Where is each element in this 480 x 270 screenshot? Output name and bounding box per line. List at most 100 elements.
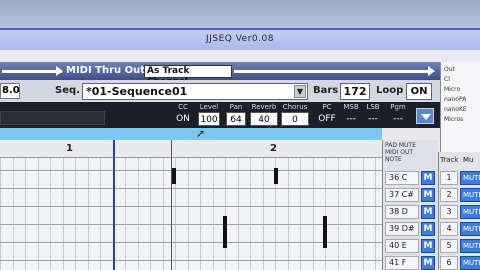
control-label: MSB (343, 103, 359, 111)
pad-mute-button[interactable]: M (421, 171, 435, 185)
control-value[interactable]: 100 (198, 112, 220, 126)
track-number[interactable]: 1 (440, 171, 458, 185)
tempo-field[interactable]: 8.0 (0, 83, 20, 99)
bars-field[interactable]: 172 (340, 83, 370, 100)
track-number[interactable]: 6 (440, 256, 458, 270)
chevron-down-icon[interactable]: ▼ (294, 85, 306, 98)
grid-step-line (75, 158, 76, 270)
control-value[interactable]: --- (364, 112, 382, 126)
grid-step-line (50, 158, 51, 270)
track-number[interactable]: 2 (440, 188, 458, 202)
track-name-field[interactable] (0, 111, 105, 125)
note-event[interactable] (274, 168, 278, 184)
grid-step-line (338, 158, 339, 270)
output-device-item[interactable]: nanoKE (444, 106, 467, 113)
grid-step-line (263, 158, 264, 270)
track-mute-button[interactable]: MUTE (460, 171, 480, 185)
thru-channel-select[interactable]: As Track Channel (144, 65, 232, 87)
track-row: 4MUTE (440, 221, 480, 237)
note-event[interactable] (172, 168, 176, 184)
output-device-item[interactable]: Out (444, 66, 455, 73)
control-label: Level (199, 103, 219, 111)
grid-step-line (213, 158, 214, 270)
output-device-item[interactable]: nanoPA (444, 96, 466, 103)
track-header: Track (440, 156, 459, 164)
pad-mute-button[interactable]: M (421, 205, 435, 219)
pad-note-label: 36 C (385, 171, 419, 185)
selection-strip[interactable] (0, 128, 382, 140)
sequence-select[interactable]: *01-Sequence01 ▼ (82, 83, 308, 100)
pad-note-label: 38 D (385, 205, 419, 219)
pad-mute-button[interactable]: M (421, 256, 435, 270)
grid-step-line (38, 158, 39, 270)
loop-toggle[interactable]: ON (406, 83, 432, 100)
track-mute-button[interactable]: MUTE (460, 188, 480, 202)
output-device-item[interactable]: Cl (444, 76, 450, 83)
grid-row-line (0, 170, 382, 171)
playhead (113, 140, 115, 270)
pad-row: 37 C# M (385, 187, 437, 203)
arrow-head-icon (56, 66, 63, 76)
step-grid[interactable] (0, 158, 382, 270)
track-list: Track Mu 1MUTE2MUTE3MUTE4MUTE5MUTE6MUTE (438, 152, 480, 270)
midi-thru-label: MIDI Thru Out (66, 65, 146, 76)
midi-thru-row: MIDI Thru Out As Track Channel (0, 62, 440, 87)
grid-step-line (63, 158, 64, 270)
track-controls-row: CC ON Level 100 Pan 64 Reverb 40 Chorus 0 PC OFF MSB… (0, 102, 440, 128)
control-value[interactable]: OFF (316, 112, 338, 126)
bars-label: Bars (313, 85, 339, 96)
pad-mute-button[interactable]: M (421, 239, 435, 253)
pad-mute-button[interactable]: M (421, 222, 435, 236)
grid-step-line (125, 158, 126, 270)
control-value[interactable]: ON (176, 112, 190, 126)
track-number[interactable]: 4 (440, 222, 458, 236)
control-label: Reverb (251, 103, 277, 111)
control-label: Pan (229, 103, 243, 111)
control-value[interactable]: 0 (281, 112, 309, 126)
note-event[interactable] (223, 216, 227, 248)
track-mute-button[interactable]: MUTE (460, 222, 480, 236)
grid-step-line (313, 158, 314, 270)
grid-step-line (13, 158, 14, 270)
track-number[interactable]: 5 (440, 239, 458, 253)
grid-row-line (0, 188, 382, 189)
grid-step-line (200, 158, 201, 270)
track-mute-button[interactable]: MUTE (460, 205, 480, 219)
track-mute-button[interactable]: MUTE (460, 239, 480, 253)
bar-number: 2 (270, 143, 277, 154)
grid-row-line (0, 260, 382, 261)
mouse-pointer-icon: ➚ (196, 127, 206, 140)
track-number[interactable]: 3 (440, 205, 458, 219)
screen-bezel (0, 0, 480, 28)
control-label: PC (322, 103, 332, 111)
grid-step-line (238, 158, 239, 270)
track-row: 5MUTE (440, 238, 480, 254)
bar-ruler[interactable]: 1 2 (0, 140, 382, 158)
control-label: LSB (366, 103, 380, 111)
control-value[interactable]: --- (342, 112, 360, 126)
control-label: Pgm (390, 103, 406, 111)
output-device-item[interactable]: Micro (444, 86, 460, 93)
grid-step-line (288, 158, 289, 270)
track-mute-button[interactable]: MUTE (460, 256, 480, 270)
pad-note-label: 39 D# (385, 222, 419, 236)
track-row: 2MUTE (440, 187, 480, 203)
control-value[interactable]: 64 (226, 112, 246, 126)
grid-step-line (163, 158, 164, 270)
grid-step-line (88, 158, 89, 270)
control-value[interactable]: --- (388, 112, 408, 126)
pad-note-label: 40 E (385, 239, 419, 253)
pad-mute-button[interactable]: M (421, 188, 435, 202)
chevron-down-icon[interactable] (416, 108, 434, 124)
arrow-head-icon (428, 66, 435, 76)
pad-mute-title: PAD MUTE MIDI OUT NOTE (385, 142, 416, 163)
loop-label: Loop (376, 85, 404, 96)
pad-row: 36 CM (385, 170, 437, 186)
pad-note-label: 37 C# (385, 188, 419, 202)
pad-note-label: 41 F (385, 256, 419, 270)
output-device-item[interactable]: Micros (444, 116, 463, 123)
pad-row: 40 EM (385, 238, 437, 254)
control-value[interactable]: 40 (250, 112, 278, 126)
note-event[interactable] (323, 216, 327, 248)
grid-step-line (250, 158, 251, 270)
